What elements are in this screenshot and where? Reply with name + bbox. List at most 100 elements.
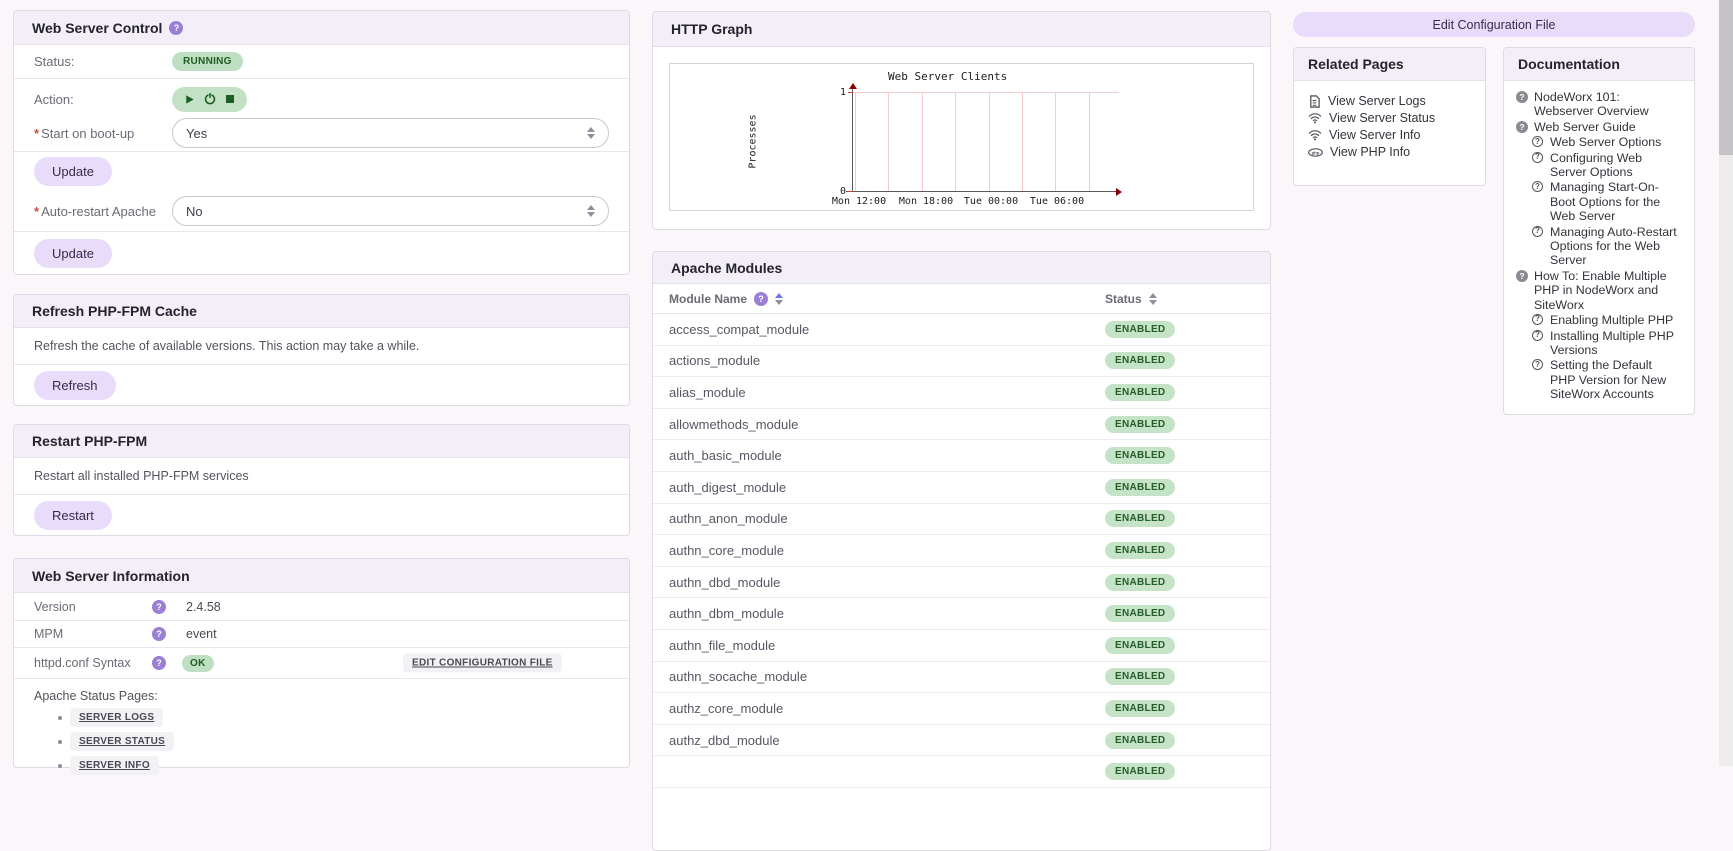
http-graph-panel: HTTP Graph Web Server Clients Processes … (652, 11, 1271, 230)
module-name-column-header[interactable]: Module Name ? (669, 291, 1105, 306)
table-row: authz_dbd_module ENABLED (653, 725, 1270, 757)
graph-y-axis (852, 88, 853, 191)
version-value: 2.4.58 (186, 599, 221, 614)
documentation-link[interactable]: ? Managing Start-On-Boot Options for the … (1532, 180, 1680, 223)
panel-title: Related Pages (1308, 56, 1404, 72)
status-row: Status: RUNNING (14, 45, 629, 79)
question-outline-icon: ? (1532, 181, 1543, 193)
documentation-link[interactable]: ? Installing Multiple PHP Versions (1532, 329, 1680, 358)
help-icon[interactable]: ? (169, 20, 184, 35)
panel-title: Documentation (1518, 56, 1620, 72)
related-page-label: View PHP Info (1330, 145, 1411, 159)
right-column: Edit Configuration File Related Pages Vi… (1293, 12, 1695, 415)
documentation-link[interactable]: ? NodeWorx 101: Webserver Overview (1516, 90, 1682, 119)
sort-icon[interactable] (775, 292, 784, 305)
http-graph-header: HTTP Graph (653, 12, 1270, 47)
wifi-icon (1308, 112, 1322, 124)
documentation-link[interactable]: ? How To: Enable Multiple PHP in NodeWorx… (1516, 269, 1682, 312)
server-info-panel: Web Server Information Version ? 2.4.58 … (13, 558, 630, 775)
refresh-button[interactable]: Refresh (34, 370, 116, 400)
module-name-cell: authn_dbd_module (669, 574, 781, 590)
module-status-badge: ENABLED (1105, 478, 1176, 496)
documentation-link[interactable]: ? Enabling Multiple PHP (1532, 313, 1680, 327)
question-outline-icon: ? (1532, 314, 1543, 326)
related-page-link[interactable]: View Server Status (1308, 111, 1471, 125)
version-row: Version ? 2.4.58 (14, 593, 629, 621)
modules-table-body: access_compat_module ENABLED actions_modul… (653, 314, 1270, 788)
select-stepper-icon (587, 205, 595, 217)
edit-configuration-file-link[interactable]: EDIT CONFIGURATION FILE (403, 653, 562, 673)
documentation-link[interactable]: ? Managing Auto-Restart Options for the W… (1532, 225, 1680, 268)
wifi-icon (1308, 129, 1322, 141)
documentation-link[interactable]: ? Web Server Guide (1516, 120, 1682, 134)
table-row: actions_module ENABLED (653, 346, 1270, 378)
start-icon[interactable] (184, 94, 195, 105)
scrollbar-thumb[interactable] (1719, 0, 1733, 155)
sort-icon[interactable] (1148, 292, 1157, 305)
web-server-control-header: Web Server Control ? (14, 11, 629, 45)
x-tick-label: Tue 06:00 (1029, 196, 1085, 207)
status-column-header[interactable]: Status (1105, 292, 1157, 306)
help-icon[interactable]: ? (152, 656, 166, 670)
y-tick-label: 1 (839, 87, 846, 98)
action-label: Action: (34, 91, 74, 107)
module-name-cell: auth_basic_module (669, 448, 782, 464)
graph-y-arrow (849, 83, 857, 89)
related-page-link[interactable]: View Server Info (1308, 128, 1471, 142)
restart-button[interactable]: Restart (34, 500, 112, 530)
gridline (988, 92, 990, 191)
file-icon (1308, 94, 1321, 108)
graph-x-axis (846, 191, 1116, 192)
status-page-link[interactable]: SERVER STATUS (70, 732, 175, 751)
status-badge: RUNNING (172, 52, 243, 71)
module-status-badge: ENABLED (1105, 605, 1176, 623)
table-row: authn_core_module ENABLED (653, 535, 1270, 567)
autorestart-value: No (186, 203, 203, 219)
syntax-row: httpd.conf Syntax ? OK EDIT CONFIGURATIO… (14, 648, 629, 679)
table-row: auth_digest_module ENABLED (653, 472, 1270, 504)
related-page-link[interactable]: View Server Logs (1308, 94, 1471, 108)
bullet-icon (58, 715, 62, 720)
help-icon[interactable]: ? (754, 291, 769, 306)
module-status-badge: ENABLED (1105, 510, 1176, 528)
restart-button-row: Restart (14, 495, 629, 535)
refresh-cache-description: Refresh the cache of available versions.… (34, 339, 420, 353)
restart-fpm-panel: Restart PHP-FPM Restart all installed PH… (13, 424, 630, 536)
related-page-link[interactable]: php View PHP Info (1308, 145, 1471, 159)
update-button[interactable]: Update (34, 157, 112, 186)
module-status-badge: ENABLED (1105, 731, 1176, 749)
edit-configuration-file-button[interactable]: Edit Configuration File (1293, 12, 1695, 37)
update-button-2[interactable]: Update (34, 238, 112, 268)
panel-title: Web Server Information (32, 567, 190, 584)
modules-table-header: Module Name ? Status (653, 284, 1270, 314)
status-label: Status: (34, 54, 75, 69)
module-status-badge: ENABLED (1105, 415, 1176, 433)
related-pages-header: Related Pages (1294, 48, 1485, 81)
autorestart-row: * Auto-restart Apache No (14, 191, 629, 232)
version-label: Version (34, 599, 76, 614)
panel-title: Refresh PHP-FPM Cache (32, 303, 197, 319)
documentation-link[interactable]: ? Setting the Default PHP Version for New… (1532, 358, 1680, 401)
status-page-link[interactable]: SERVER LOGS (70, 708, 164, 727)
table-row: authn_dbd_module ENABLED (653, 567, 1270, 599)
action-row: Action: (14, 79, 629, 115)
documentation-link[interactable]: ? Configuring Web Server Options (1532, 151, 1680, 180)
documentation-link[interactable]: ? Web Server Options (1532, 135, 1680, 149)
start-on-boot-select[interactable]: Yes (172, 118, 609, 148)
gridline (1088, 92, 1090, 191)
x-tick-label: Tue 00:00 (963, 196, 1019, 207)
table-row: allowmethods_module ENABLED (653, 409, 1270, 441)
x-tick-label: Mon 12:00 (831, 196, 887, 207)
restart-icon[interactable] (204, 93, 216, 105)
gridline (921, 92, 923, 191)
question-outline-icon: ? (1532, 151, 1543, 163)
start-on-boot-value: Yes (186, 125, 208, 141)
scrollbar[interactable] (1719, 0, 1733, 766)
related-page-label: View Server Status (1329, 111, 1436, 125)
help-icon[interactable]: ? (152, 599, 166, 614)
stop-icon[interactable] (225, 94, 235, 104)
help-icon[interactable]: ? (152, 627, 166, 641)
select-stepper-icon (587, 127, 595, 139)
autorestart-select[interactable]: No (172, 196, 609, 226)
table-row: authn_file_module ENABLED (653, 630, 1270, 662)
